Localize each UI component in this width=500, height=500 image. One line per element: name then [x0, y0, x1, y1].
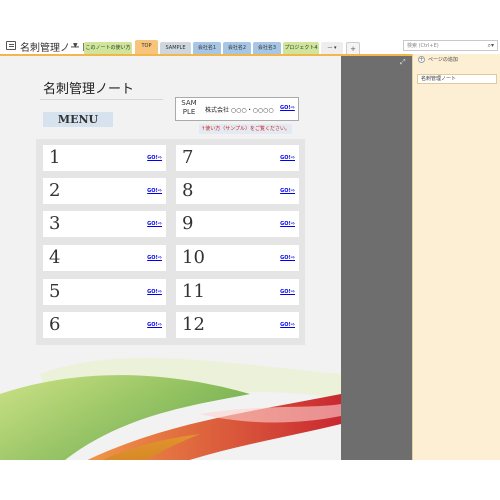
menu-item-number: 8	[182, 180, 194, 201]
menu-item-2[interactable]: 2 GO!⇨	[43, 178, 166, 204]
sample-logo: SAM PLE	[178, 99, 200, 117]
menu-item-3[interactable]: 3 GO!⇨	[43, 211, 166, 237]
menu-item-number: 12	[182, 314, 205, 335]
go-link[interactable]: GO!⇨	[280, 188, 295, 194]
tab-overflow-dropdown[interactable]: — ▾	[321, 42, 343, 54]
notebook-dropdown-chevron-icon[interactable]: ▼	[73, 42, 78, 49]
tab-company-2[interactable]: 会社名2	[223, 42, 251, 54]
menu-item-number: 9	[182, 213, 194, 234]
menu-item-number: 11	[182, 281, 205, 302]
go-link[interactable]: GO!⇨	[280, 155, 295, 161]
add-section-button[interactable]: +	[346, 42, 360, 54]
menu-item-number: 7	[182, 147, 194, 168]
menu-item-7[interactable]: 7 GO!⇨	[176, 145, 299, 171]
menu-item-6[interactable]: 6 GO!⇨	[43, 312, 166, 338]
menu-item-4[interactable]: 4 GO!⇨	[43, 245, 166, 271]
notebook-icon[interactable]	[6, 41, 16, 50]
go-link[interactable]: GO!⇨	[147, 221, 162, 227]
menu-item-number: 2	[49, 180, 61, 201]
howto-note[interactable]: ↑使い方（サンプル）をご覧ください。	[199, 124, 293, 134]
menu-item-number: 4	[49, 247, 61, 268]
menu-item-12[interactable]: 12 GO!⇨	[176, 312, 299, 338]
search-placeholder: 検索 (Ctrl+E)	[407, 43, 439, 49]
go-link[interactable]: GO!⇨	[280, 221, 295, 227]
go-link[interactable]: GO!⇨	[147, 289, 162, 295]
sample-go-link[interactable]: GO!⇨	[280, 105, 295, 111]
add-page-button[interactable]: ページの追加	[428, 56, 458, 64]
go-link[interactable]: GO!⇨	[280, 322, 295, 328]
magnifier-icon[interactable]: ⌕▾	[488, 42, 494, 50]
tab-company-1[interactable]: 会社名1	[193, 42, 221, 54]
title-divider	[40, 99, 163, 100]
tab-sample[interactable]: SAMPLE	[160, 42, 191, 54]
menu-item-number: 1	[49, 147, 61, 168]
tab-how-to-use[interactable]: このノートの使い方	[84, 42, 132, 54]
menu-item-9[interactable]: 9 GO!⇨	[176, 211, 299, 237]
sample-logo-line2: PLE	[182, 108, 196, 116]
fullscreen-expand-icon[interactable]: ⤢	[400, 58, 406, 67]
go-link[interactable]: GO!⇨	[280, 255, 295, 261]
search-input[interactable]: 検索 (Ctrl+E) ⌕▾	[403, 40, 498, 51]
menu-item-5[interactable]: 5 GO!⇨	[43, 279, 166, 305]
add-page-plus-icon[interactable]: +	[418, 56, 425, 63]
decorative-swirl-image	[0, 358, 341, 460]
go-link[interactable]: GO!⇨	[147, 155, 162, 161]
go-link[interactable]: GO!⇨	[147, 255, 162, 261]
go-link[interactable]: GO!⇨	[147, 322, 162, 328]
menu-badge: MENU	[43, 112, 113, 127]
menu-item-number: 3	[49, 213, 61, 234]
page-list-item[interactable]: 名刺管理ノート	[417, 74, 497, 84]
menu-item-number: 6	[49, 314, 61, 335]
menu-item-11[interactable]: 11 GO!⇨	[176, 279, 299, 305]
menu-item-1[interactable]: 1 GO!⇨	[43, 145, 166, 171]
go-link[interactable]: GO!⇨	[147, 188, 162, 194]
tab-company-3[interactable]: 会社名3	[253, 42, 281, 54]
go-link[interactable]: GO!⇨	[280, 289, 295, 295]
tab-project-4[interactable]: プロジェクト4	[283, 42, 319, 54]
sample-logo-line1: SAM	[181, 99, 197, 107]
onenote-window: 名刺管理ノート ▼ このノートの使い方 TOP SAMPLE 会社名1 会社名2…	[0, 0, 500, 500]
menu-item-8[interactable]: 8 GO!⇨	[176, 178, 299, 204]
page-list-sidebar	[412, 54, 500, 460]
notebook-title[interactable]: 名刺管理ノート	[20, 39, 90, 54]
page-title[interactable]: 名刺管理ノート	[43, 78, 134, 97]
menu-item-number: 5	[49, 281, 61, 302]
page-margin-area	[341, 56, 412, 460]
menu-item-10[interactable]: 10 GO!⇨	[176, 245, 299, 271]
sample-company-name: 株式会社 ○○○・○○○○	[205, 107, 274, 114]
menu-item-number: 10	[182, 247, 205, 268]
tab-top[interactable]: TOP	[135, 40, 158, 54]
